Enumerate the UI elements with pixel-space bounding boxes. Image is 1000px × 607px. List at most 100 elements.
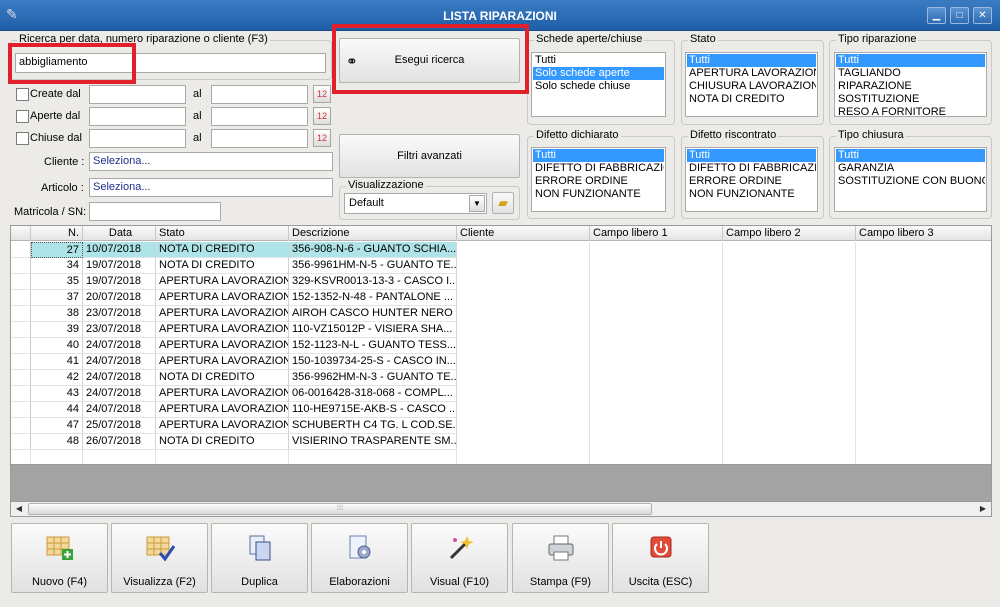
chevron-down-icon[interactable]: ▼: [469, 195, 485, 212]
repair-type-list[interactable]: Tutti TAGLIANDO RIPARAZIONE SOSTITUZIONE RES…: [834, 52, 987, 117]
table-cell-date: 20/07/2018: [83, 290, 156, 306]
row-header[interactable]: [11, 290, 31, 306]
status-list[interactable]: Tutti APERTURA LAVORAZIONE CHIUSURA LAVORA…: [685, 52, 818, 117]
minimize-button[interactable]: ▁: [927, 7, 946, 24]
created-checkbox[interactable]: [16, 88, 29, 101]
declared-defect-list[interactable]: TuttiDIFETTO DI FABBRICAZIONEERRORE ORDI…: [531, 147, 666, 212]
calendar-icon[interactable]: 12: [313, 85, 331, 103]
table-row[interactable]: 41 24/07/2018 APERTURA LAVORAZIONE 150-1039…: [31, 354, 477, 370]
list-item[interactable]: SOSTITUZIONE CON BUONO ACQUISTO: [836, 175, 985, 188]
list-item[interactable]: NON FUNZIONANTE: [533, 188, 664, 201]
row-header[interactable]: [11, 434, 31, 450]
scroll-thumb[interactable]: ⦙⦙⦙⦙: [28, 503, 652, 515]
row-header[interactable]: [11, 386, 31, 402]
table-row[interactable]: 34 19/07/2018 NOTA DI CREDITO 356-9961HM-N-…: [31, 258, 477, 274]
row-header[interactable]: [11, 354, 31, 370]
maximize-button[interactable]: □: [950, 7, 969, 24]
table-row[interactable]: 27 10/07/2018 NOTA DI CREDITO 356-908-N-6 -…: [31, 242, 477, 258]
column-header[interactable]: N.: [31, 226, 83, 241]
table-row[interactable]: 47 25/07/2018 APERTURA LAVORAZIONE SCHUBERT…: [31, 418, 477, 434]
list-item[interactable]: TAGLIANDO: [836, 67, 985, 80]
list-item[interactable]: RIPARAZIONE: [836, 80, 985, 93]
column-header[interactable]: Descrizione: [289, 226, 457, 241]
calendar-icon[interactable]: 12: [313, 129, 331, 147]
list-item[interactable]: Solo schede aperte: [533, 67, 664, 80]
column-header[interactable]: Campo libero 1: [590, 226, 723, 241]
closed-from-input[interactable]: [89, 129, 186, 148]
row-header[interactable]: [11, 258, 31, 274]
created-from-input[interactable]: [89, 85, 186, 104]
table-row[interactable]: 39 23/07/2018 APERTURA LAVORAZIONE 110-VZ15…: [31, 322, 477, 338]
list-item[interactable]: RESO A FORNITORE: [836, 106, 985, 116]
found-defect-list[interactable]: TuttiDIFETTO DI FABBRICAZIONEERRORE ORDI…: [685, 147, 818, 212]
table-row[interactable]: 35 19/07/2018 APERTURA LAVORAZIONE 329-KSVR…: [31, 274, 477, 290]
table-row[interactable]: 48 26/07/2018 NOTA DI CREDITO VISIERINO TRA…: [31, 434, 477, 450]
closed-to-input[interactable]: [211, 129, 308, 148]
list-item[interactable]: DIFETTO DI FABBRICAZIONE: [533, 162, 664, 175]
table-row[interactable]: 38 23/07/2018 APERTURA LAVORAZIONE AIROH CA…: [31, 306, 477, 322]
list-item[interactable]: Tutti: [836, 54, 985, 67]
serial-input[interactable]: [89, 202, 221, 221]
new-button[interactable]: Nuovo (F4): [11, 523, 108, 593]
list-item[interactable]: Solo schede chiuse: [533, 80, 664, 93]
article-selector[interactable]: Seleziona...: [89, 178, 333, 197]
column-header[interactable]: Cliente: [457, 226, 590, 241]
calendar-icon[interactable]: 12: [313, 107, 331, 125]
closed-checkbox[interactable]: [16, 132, 29, 145]
table-row[interactable]: 40 24/07/2018 APERTURA LAVORAZIONE 152-1123…: [31, 338, 477, 354]
horizontal-scrollbar[interactable]: ◀ ⦙⦙⦙⦙ ▶: [10, 501, 992, 517]
visual-button-label: Visual (F10): [429, 576, 490, 588]
list-item[interactable]: SOSTITUZIONE: [836, 93, 985, 106]
row-header[interactable]: [11, 418, 31, 434]
print-button[interactable]: Stampa (F9): [512, 523, 609, 593]
customer-selector[interactable]: Seleziona...: [89, 152, 333, 171]
list-item[interactable]: DIFETTO DI FABBRICAZIONE: [687, 162, 816, 175]
duplicate-button[interactable]: Duplica: [211, 523, 308, 593]
list-item[interactable]: GARANZIA: [836, 162, 985, 175]
row-header[interactable]: [11, 338, 31, 354]
folder-icon[interactable]: ▰: [492, 192, 514, 214]
visual-button[interactable]: Visual (F10): [411, 523, 508, 593]
column-header[interactable]: Campo libero 2: [723, 226, 856, 241]
close-button[interactable]: ✕: [973, 7, 992, 24]
list-item[interactable]: NON FUNZIONANTE: [687, 188, 816, 201]
created-to-input[interactable]: [211, 85, 308, 104]
exit-button[interactable]: Uscita (ESC): [612, 523, 709, 593]
row-header[interactable]: [11, 370, 31, 386]
table-row[interactable]: 42 24/07/2018 NOTA DI CREDITO 356-9962HM-N-…: [31, 370, 477, 386]
opened-checkbox[interactable]: [16, 110, 29, 123]
table-row[interactable]: 37 20/07/2018 APERTURA LAVORAZIONE 152-1352…: [31, 290, 477, 306]
column-header[interactable]: Stato: [156, 226, 289, 241]
open-closed-list[interactable]: Tutti Solo schede aperte Solo schede chius…: [531, 52, 666, 117]
list-item[interactable]: Tutti: [687, 149, 816, 162]
row-header[interactable]: [11, 322, 31, 338]
list-item[interactable]: APERTURA LAVORAZIONE: [687, 67, 816, 80]
display-select[interactable]: Default ▼: [344, 193, 487, 214]
process-button[interactable]: Elaborazioni: [311, 523, 408, 593]
row-header[interactable]: [11, 242, 31, 258]
list-item[interactable]: Tutti: [533, 149, 664, 162]
list-item[interactable]: Tutti: [533, 54, 664, 67]
row-header[interactable]: [11, 274, 31, 290]
column-header[interactable]: Campo libero 3: [856, 226, 991, 241]
list-item[interactable]: ERRORE ORDINE: [687, 175, 816, 188]
scroll-left-icon[interactable]: ◀: [12, 503, 26, 515]
table-row[interactable]: 43 24/07/2018 APERTURA LAVORAZIONE 06-00164…: [31, 386, 477, 402]
column-header[interactable]: Data: [83, 226, 156, 241]
scroll-right-icon[interactable]: ▶: [976, 503, 990, 515]
view-button[interactable]: Visualizza (F2): [111, 523, 208, 593]
advanced-filters-button[interactable]: Filtri avanzati: [339, 134, 520, 178]
repairs-table[interactable]: N. Data Stato Descrizione Cliente Campo liber…: [10, 225, 992, 465]
closure-type-list[interactable]: TuttiGARANZIASOSTITUZIONE CON BUONO ACQU…: [834, 147, 987, 212]
view-button-label: Visualizza (F2): [123, 576, 196, 588]
opened-to-input[interactable]: [211, 107, 308, 126]
row-header[interactable]: [11, 402, 31, 418]
list-item[interactable]: Tutti: [836, 149, 985, 162]
opened-from-input[interactable]: [89, 107, 186, 126]
list-item[interactable]: CHIUSURA LAVORAZIONE: [687, 80, 816, 93]
list-item[interactable]: Tutti: [687, 54, 816, 67]
table-row[interactable]: 44 24/07/2018 APERTURA LAVORAZIONE 110-HE97…: [31, 402, 477, 418]
list-item[interactable]: ERRORE ORDINE: [533, 175, 664, 188]
row-header[interactable]: [11, 306, 31, 322]
list-item[interactable]: NOTA DI CREDITO: [687, 93, 816, 106]
